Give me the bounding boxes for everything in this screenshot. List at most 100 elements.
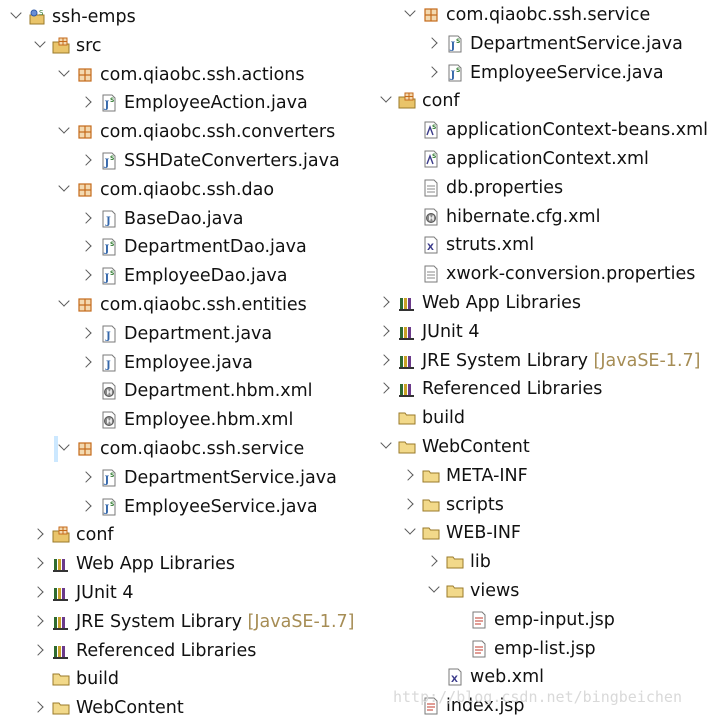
tree-item-com-qiaobc-ssh-actions[interactable]: com.qiaobc.ssh.actions: [54, 62, 305, 88]
tree-item-applicationcontext-beans-xml[interactable]: SapplicationContext-beans.xml: [400, 117, 708, 143]
tree-item-text: emp-list.jsp: [494, 638, 596, 659]
chevron-right-icon[interactable]: [32, 557, 44, 569]
chevron-right-icon[interactable]: [378, 325, 390, 337]
tree-item-label: views: [470, 578, 519, 604]
tree-item-webcontent[interactable]: WebContent: [30, 695, 184, 721]
chevron-down-icon[interactable]: [428, 581, 440, 593]
chevron-down-icon[interactable]: [404, 5, 416, 17]
chevron-right-icon[interactable]: [32, 528, 44, 541]
tree-item-label: WebContent: [422, 434, 530, 460]
tree-item-build[interactable]: build: [376, 405, 465, 431]
tree-item-departmentservice-java[interactable]: J S DepartmentService.java: [78, 465, 337, 491]
tree-item-web-app-libraries[interactable]: Web App Libraries: [30, 551, 235, 577]
tree-item-jre-system-library[interactable]: JRE System Library [JavaSE-1.7]: [376, 348, 700, 374]
chevron-right-icon[interactable]: [80, 355, 92, 368]
tree-item-com-qiaobc-ssh-dao[interactable]: com.qiaobc.ssh.dao: [54, 177, 274, 203]
chevron-right-icon[interactable]: [378, 353, 390, 366]
chevron-right-icon[interactable]: [80, 154, 92, 166]
tree-item-build[interactable]: build: [30, 666, 119, 692]
chevron-down-icon[interactable]: [58, 439, 70, 451]
tree-item-label: SSHDateConverters.java: [124, 148, 340, 174]
chevron-right-icon[interactable]: [402, 497, 414, 510]
tree-item-views[interactable]: views: [424, 578, 519, 604]
tree-item-emp-input-jsp[interactable]: emp-input.jsp: [448, 607, 615, 633]
tree-item-webcontent[interactable]: WebContent: [376, 434, 530, 460]
tree-item-emp-list-jsp[interactable]: emp-list.jsp: [448, 636, 596, 662]
chevron-down-icon[interactable]: [380, 91, 392, 104]
library-icon: [398, 352, 416, 370]
tree-item-employeeservice-java[interactable]: J S EmployeeService.java: [78, 494, 318, 520]
tree-item-web-inf[interactable]: WEB-INF: [400, 520, 521, 546]
svg-text:S: S: [432, 153, 436, 160]
tree-item-com-qiaobc-ssh-service[interactable]: com.qiaobc.ssh.service: [54, 436, 304, 462]
tree-item-junit-4[interactable]: JUnit 4: [30, 580, 133, 606]
chevron-right-icon[interactable]: [80, 96, 92, 109]
tree-item-com-qiaobc-ssh-converters[interactable]: com.qiaobc.ssh.converters: [54, 119, 335, 145]
tree-item-db-properties[interactable]: db.properties: [400, 175, 563, 201]
tree-item-meta-inf[interactable]: META-INF: [400, 463, 528, 489]
tree-item-employee-java[interactable]: J Employee.java: [78, 350, 253, 376]
tree-item-employeedao-java[interactable]: J S EmployeeDao.java: [78, 263, 288, 289]
chevron-down-icon[interactable]: [58, 122, 70, 134]
chevron-down-icon[interactable]: [10, 7, 22, 19]
tree-item-jre-system-library[interactable]: JRE System Library [JavaSE-1.7]: [30, 609, 354, 635]
tree-item-departmentdao-java[interactable]: J S DepartmentDao.java: [78, 234, 307, 260]
tree-item-lib[interactable]: lib: [424, 549, 491, 575]
tree-item-departmentservice-java[interactable]: J S DepartmentService.java: [424, 31, 683, 57]
chevron-down-icon[interactable]: [34, 36, 46, 48]
tree-item-xwork-conversion-properties[interactable]: xwork-conversion.properties: [400, 261, 695, 287]
chevron-right-icon[interactable]: [80, 269, 92, 281]
chevron-right-icon[interactable]: [80, 327, 92, 339]
tree-item-hibernate-cfg-xml[interactable]: Hhibernate.cfg.xml: [400, 204, 600, 230]
chevron-right-icon[interactable]: [80, 240, 92, 253]
tree-item-label: hibernate.cfg.xml: [446, 204, 600, 230]
tree-item-web-app-libraries[interactable]: Web App Libraries: [376, 290, 581, 316]
tree-item-text: Web App Libraries: [76, 554, 236, 575]
chevron-right-icon[interactable]: [378, 296, 390, 308]
tree-item-conf[interactable]: conf: [30, 522, 114, 548]
tree-item-com-qiaobc-ssh-entities[interactable]: com.qiaobc.ssh.entities: [54, 292, 307, 318]
tree-item-ssh-emps[interactable]: Sssh-emps: [6, 4, 136, 30]
chevron-down-icon[interactable]: [58, 64, 70, 77]
chevron-right-icon[interactable]: [80, 211, 92, 224]
tree-item-label: struts.xml: [446, 232, 534, 258]
tree-item-applicationcontext-xml[interactable]: SapplicationContext.xml: [400, 146, 649, 172]
tree-item-scripts[interactable]: scripts: [400, 492, 504, 518]
tree-item-src[interactable]: src: [30, 33, 102, 59]
tree-item-conf[interactable]: conf: [376, 88, 460, 114]
chevron-down-icon[interactable]: [404, 523, 416, 536]
tree-item-junit-4[interactable]: JUnit 4: [376, 319, 479, 345]
tree-item-text: DepartmentDao.java: [124, 237, 307, 258]
chevron-right-icon[interactable]: [426, 555, 438, 567]
chevron-right-icon[interactable]: [80, 499, 92, 512]
chevron-right-icon[interactable]: [426, 37, 438, 49]
tree-item-sshdateconverters-java[interactable]: J S SSHDateConverters.java: [78, 148, 340, 174]
chevron-right-icon[interactable]: [32, 701, 44, 713]
chevron-right-icon[interactable]: [426, 65, 438, 78]
chevron-right-icon[interactable]: [402, 469, 414, 481]
tree-item-department-hbm-xml[interactable]: H Department.hbm.xml: [78, 378, 313, 404]
chevron-down-icon[interactable]: [380, 437, 392, 449]
tree-item-basedao-java[interactable]: J BaseDao.java: [78, 206, 243, 232]
chevron-right-icon[interactable]: [32, 586, 44, 598]
tree-item-struts-xml[interactable]: Xstruts.xml: [400, 232, 534, 258]
tree-item-referenced-libraries[interactable]: Referenced Libraries: [30, 638, 256, 664]
tree-item-web-xml[interactable]: Xweb.xml: [424, 664, 544, 690]
tree-item-label: Department.hbm.xml: [124, 378, 313, 404]
tree-item-com-qiaobc-ssh-service[interactable]: com.qiaobc.ssh.service: [400, 2, 650, 28]
svg-text:J: J: [450, 70, 456, 81]
chevron-right-icon[interactable]: [32, 615, 44, 627]
chevron-right-icon[interactable]: [378, 382, 390, 395]
chevron-down-icon[interactable]: [58, 295, 70, 307]
tree-item-department-java[interactable]: J Department.java: [78, 321, 272, 347]
tree-item-employeeservice-java[interactable]: J S EmployeeService.java: [424, 60, 664, 86]
tree-item-referenced-libraries[interactable]: Referenced Libraries: [376, 376, 602, 402]
chevron-down-icon[interactable]: [58, 180, 70, 192]
chevron-right-icon[interactable]: [80, 471, 92, 483]
spring-xml-icon: S: [422, 121, 440, 139]
tree-item-employee-hbm-xml[interactable]: H Employee.hbm.xml: [78, 407, 293, 433]
chevron-right-icon[interactable]: [32, 643, 44, 656]
tree-item-text: WebContent: [76, 698, 184, 719]
tree-item-text: SSHDateConverters.java: [124, 151, 340, 171]
tree-item-employeeaction-java[interactable]: J S EmployeeAction.java: [78, 90, 308, 116]
